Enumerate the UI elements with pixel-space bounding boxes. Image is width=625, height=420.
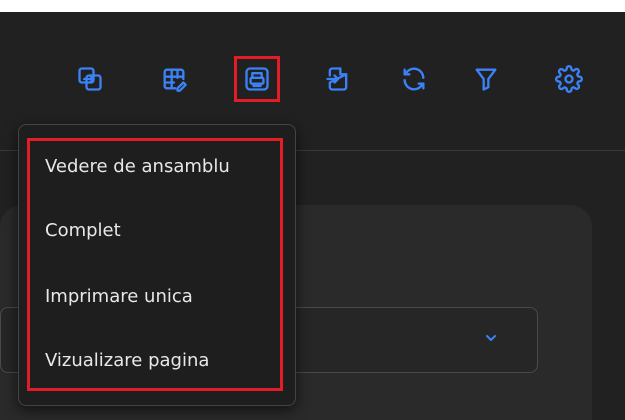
menu-item-complete[interactable]: Complet <box>29 213 279 249</box>
settings-icon <box>555 65 583 93</box>
export-file-button[interactable] <box>318 59 358 99</box>
top-strip <box>0 0 625 12</box>
menu-item-single-print[interactable]: Imprimare unica <box>29 279 279 315</box>
refresh-icon <box>403 67 425 91</box>
print-button[interactable] <box>234 56 280 102</box>
filter-icon <box>475 68 497 91</box>
settings-button[interactable] <box>549 59 589 99</box>
filter-button[interactable] <box>466 59 506 99</box>
copy-swap-icon <box>78 67 102 91</box>
refresh-button[interactable] <box>394 59 434 99</box>
print-icon <box>245 67 269 91</box>
menu-item-overview[interactable]: Vedere de ansamblu <box>29 149 279 185</box>
chevron-down-icon <box>486 335 496 341</box>
table-edit-icon <box>163 68 187 92</box>
menu-item-page-view[interactable]: Vizualizare pagina <box>29 343 279 379</box>
export-file-icon <box>326 67 348 91</box>
copy-swap-button[interactable] <box>70 59 110 99</box>
table-edit-button[interactable] <box>154 59 194 99</box>
